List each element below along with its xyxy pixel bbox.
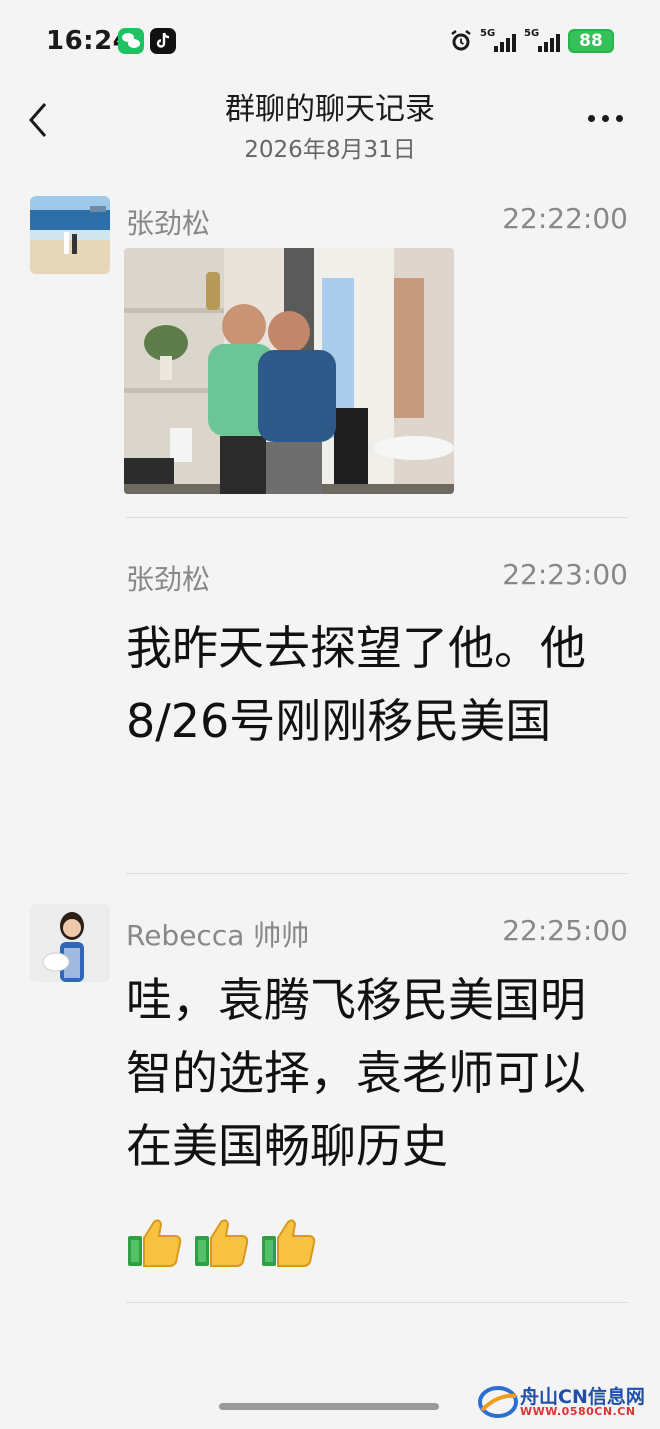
sender-name: Rebecca 帅帅: [126, 919, 310, 952]
thumbs-up-icon: [262, 1219, 316, 1267]
page-title: 群聊的聊天记录: [225, 92, 435, 127]
wechat-icon: [118, 28, 144, 54]
avatar[interactable]: [30, 196, 110, 274]
divider: [126, 517, 628, 518]
chat-message: 张劲松 22:23:00 我昨天去探望了他。他8/26号刚刚移民美国: [0, 548, 660, 874]
watermark-logo-icon: [478, 1386, 518, 1418]
message-time: 22:25:00: [502, 914, 628, 947]
chat-message: Rebecca 帅帅 22:25:00 哇，袁腾飞移民美国明智的选择，袁老师可以…: [0, 904, 660, 1304]
divider: [126, 1302, 628, 1303]
signal-icon: 5G: [480, 28, 520, 54]
sender-name: 张劲松: [126, 563, 211, 596]
message-time: 22:22:00: [502, 202, 628, 235]
thumbs-up-icon: [195, 1219, 249, 1267]
watermark-url: WWW.0580CN.CN: [520, 1405, 636, 1418]
tiktok-icon: [150, 28, 176, 54]
watermark: 舟山CN信息网 WWW.0580CN.CN: [478, 1380, 658, 1424]
shared-photo[interactable]: [124, 248, 454, 494]
network-type: 5G: [480, 28, 496, 39]
signal-icon: 5G: [524, 28, 564, 54]
nav-bar: 群聊的聊天记录 2026年8月31日: [0, 84, 660, 170]
divider: [126, 873, 628, 874]
message-text: 我昨天去探望了他。他8/26号刚刚移民美国: [126, 621, 586, 748]
more-icon[interactable]: [586, 112, 626, 124]
sender-name: 张劲松: [126, 207, 211, 240]
thumbs-up-icon: [128, 1219, 182, 1267]
battery-indicator: 88: [568, 29, 614, 53]
page-subtitle: 2026年8月31日: [244, 137, 416, 163]
network-type: 5G: [524, 28, 540, 39]
status-bar: 16:24 5G 5G 88: [0, 0, 660, 84]
alarm-icon: [451, 30, 471, 51]
emoji-row: [126, 1216, 322, 1276]
home-indicator[interactable]: [219, 1403, 439, 1410]
message-time: 22:23:00: [502, 558, 628, 591]
message-text: 哇，袁腾飞移民美国明智的选择，袁老师可以在美国畅聊历史: [126, 973, 586, 1173]
avatar[interactable]: [30, 904, 110, 982]
chat-message: 张劲松 22:22:00: [0, 196, 660, 518]
